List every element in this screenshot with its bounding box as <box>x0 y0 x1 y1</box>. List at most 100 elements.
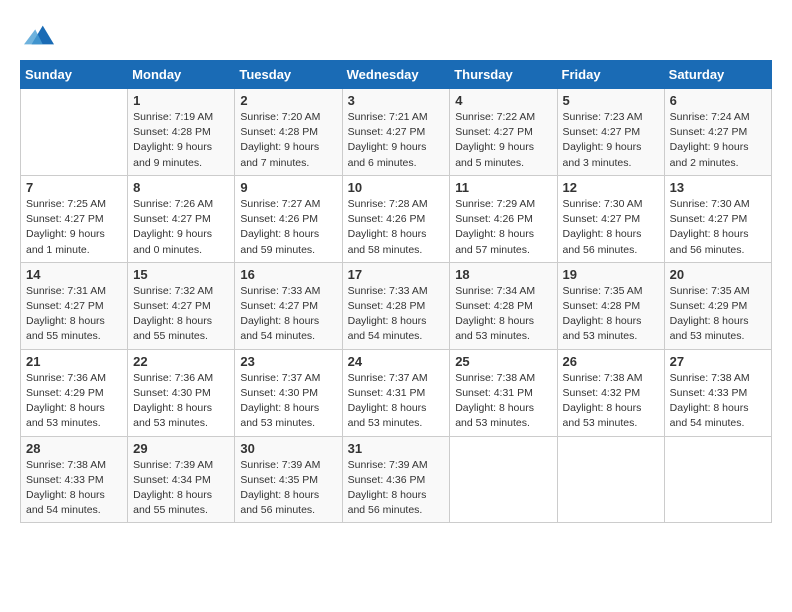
calendar-cell: 9 Sunrise: 7:27 AMSunset: 4:26 PMDayligh… <box>235 175 342 262</box>
calendar-table: SundayMondayTuesdayWednesdayThursdayFrid… <box>20 60 772 523</box>
header-cell-sunday: Sunday <box>21 61 128 89</box>
day-detail: Sunrise: 7:27 AMSunset: 4:26 PMDaylight:… <box>240 197 336 258</box>
calendar-cell: 21 Sunrise: 7:36 AMSunset: 4:29 PMDaylig… <box>21 349 128 436</box>
logo <box>20 20 54 50</box>
header-cell-saturday: Saturday <box>664 61 771 89</box>
day-number: 15 <box>133 267 229 282</box>
day-detail: Sunrise: 7:38 AMSunset: 4:33 PMDaylight:… <box>26 458 122 519</box>
day-detail: Sunrise: 7:32 AMSunset: 4:27 PMDaylight:… <box>133 284 229 345</box>
calendar-cell: 29 Sunrise: 7:39 AMSunset: 4:34 PMDaylig… <box>128 436 235 523</box>
day-number: 4 <box>455 93 551 108</box>
day-detail: Sunrise: 7:28 AMSunset: 4:26 PMDaylight:… <box>348 197 445 258</box>
day-detail: Sunrise: 7:25 AMSunset: 4:27 PMDaylight:… <box>26 197 122 258</box>
day-number: 10 <box>348 180 445 195</box>
calendar-cell: 3 Sunrise: 7:21 AMSunset: 4:27 PMDayligh… <box>342 89 450 176</box>
calendar-cell <box>557 436 664 523</box>
logo-icon <box>24 20 54 50</box>
calendar-cell <box>664 436 771 523</box>
calendar-cell: 12 Sunrise: 7:30 AMSunset: 4:27 PMDaylig… <box>557 175 664 262</box>
day-detail: Sunrise: 7:24 AMSunset: 4:27 PMDaylight:… <box>670 110 766 171</box>
day-detail: Sunrise: 7:37 AMSunset: 4:31 PMDaylight:… <box>348 371 445 432</box>
header-cell-friday: Friday <box>557 61 664 89</box>
day-detail: Sunrise: 7:31 AMSunset: 4:27 PMDaylight:… <box>26 284 122 345</box>
day-detail: Sunrise: 7:36 AMSunset: 4:29 PMDaylight:… <box>26 371 122 432</box>
calendar-cell: 18 Sunrise: 7:34 AMSunset: 4:28 PMDaylig… <box>450 262 557 349</box>
day-detail: Sunrise: 7:38 AMSunset: 4:33 PMDaylight:… <box>670 371 766 432</box>
day-number: 14 <box>26 267 122 282</box>
calendar-cell: 11 Sunrise: 7:29 AMSunset: 4:26 PMDaylig… <box>450 175 557 262</box>
day-number: 17 <box>348 267 445 282</box>
day-number: 5 <box>563 93 659 108</box>
day-number: 1 <box>133 93 229 108</box>
week-row-1: 1 Sunrise: 7:19 AMSunset: 4:28 PMDayligh… <box>21 89 772 176</box>
calendar-cell: 6 Sunrise: 7:24 AMSunset: 4:27 PMDayligh… <box>664 89 771 176</box>
day-number: 13 <box>670 180 766 195</box>
calendar-cell: 5 Sunrise: 7:23 AMSunset: 4:27 PMDayligh… <box>557 89 664 176</box>
day-detail: Sunrise: 7:38 AMSunset: 4:32 PMDaylight:… <box>563 371 659 432</box>
day-detail: Sunrise: 7:33 AMSunset: 4:27 PMDaylight:… <box>240 284 336 345</box>
calendar-cell: 16 Sunrise: 7:33 AMSunset: 4:27 PMDaylig… <box>235 262 342 349</box>
day-number: 22 <box>133 354 229 369</box>
calendar-cell: 30 Sunrise: 7:39 AMSunset: 4:35 PMDaylig… <box>235 436 342 523</box>
day-number: 7 <box>26 180 122 195</box>
day-number: 25 <box>455 354 551 369</box>
calendar-cell: 2 Sunrise: 7:20 AMSunset: 4:28 PMDayligh… <box>235 89 342 176</box>
page-header <box>20 20 772 50</box>
day-number: 28 <box>26 441 122 456</box>
calendar-cell <box>450 436 557 523</box>
day-number: 29 <box>133 441 229 456</box>
day-number: 30 <box>240 441 336 456</box>
day-detail: Sunrise: 7:35 AMSunset: 4:28 PMDaylight:… <box>563 284 659 345</box>
day-number: 19 <box>563 267 659 282</box>
calendar-body: 1 Sunrise: 7:19 AMSunset: 4:28 PMDayligh… <box>21 89 772 523</box>
day-detail: Sunrise: 7:33 AMSunset: 4:28 PMDaylight:… <box>348 284 445 345</box>
calendar-cell: 13 Sunrise: 7:30 AMSunset: 4:27 PMDaylig… <box>664 175 771 262</box>
calendar-cell: 17 Sunrise: 7:33 AMSunset: 4:28 PMDaylig… <box>342 262 450 349</box>
calendar-cell: 14 Sunrise: 7:31 AMSunset: 4:27 PMDaylig… <box>21 262 128 349</box>
day-detail: Sunrise: 7:39 AMSunset: 4:35 PMDaylight:… <box>240 458 336 519</box>
calendar-header: SundayMondayTuesdayWednesdayThursdayFrid… <box>21 61 772 89</box>
day-number: 3 <box>348 93 445 108</box>
calendar-cell: 27 Sunrise: 7:38 AMSunset: 4:33 PMDaylig… <box>664 349 771 436</box>
header-row: SundayMondayTuesdayWednesdayThursdayFrid… <box>21 61 772 89</box>
calendar-cell: 24 Sunrise: 7:37 AMSunset: 4:31 PMDaylig… <box>342 349 450 436</box>
header-cell-monday: Monday <box>128 61 235 89</box>
header-cell-wednesday: Wednesday <box>342 61 450 89</box>
day-number: 21 <box>26 354 122 369</box>
day-detail: Sunrise: 7:39 AMSunset: 4:34 PMDaylight:… <box>133 458 229 519</box>
day-number: 18 <box>455 267 551 282</box>
calendar-cell: 8 Sunrise: 7:26 AMSunset: 4:27 PMDayligh… <box>128 175 235 262</box>
day-detail: Sunrise: 7:37 AMSunset: 4:30 PMDaylight:… <box>240 371 336 432</box>
day-detail: Sunrise: 7:30 AMSunset: 4:27 PMDaylight:… <box>563 197 659 258</box>
day-detail: Sunrise: 7:35 AMSunset: 4:29 PMDaylight:… <box>670 284 766 345</box>
week-row-4: 21 Sunrise: 7:36 AMSunset: 4:29 PMDaylig… <box>21 349 772 436</box>
calendar-cell: 20 Sunrise: 7:35 AMSunset: 4:29 PMDaylig… <box>664 262 771 349</box>
calendar-cell: 19 Sunrise: 7:35 AMSunset: 4:28 PMDaylig… <box>557 262 664 349</box>
calendar-cell: 23 Sunrise: 7:37 AMSunset: 4:30 PMDaylig… <box>235 349 342 436</box>
calendar-cell: 28 Sunrise: 7:38 AMSunset: 4:33 PMDaylig… <box>21 436 128 523</box>
calendar-cell: 1 Sunrise: 7:19 AMSunset: 4:28 PMDayligh… <box>128 89 235 176</box>
day-detail: Sunrise: 7:23 AMSunset: 4:27 PMDaylight:… <box>563 110 659 171</box>
day-detail: Sunrise: 7:38 AMSunset: 4:31 PMDaylight:… <box>455 371 551 432</box>
calendar-cell: 15 Sunrise: 7:32 AMSunset: 4:27 PMDaylig… <box>128 262 235 349</box>
header-cell-thursday: Thursday <box>450 61 557 89</box>
header-cell-tuesday: Tuesday <box>235 61 342 89</box>
day-detail: Sunrise: 7:30 AMSunset: 4:27 PMDaylight:… <box>670 197 766 258</box>
calendar-cell: 25 Sunrise: 7:38 AMSunset: 4:31 PMDaylig… <box>450 349 557 436</box>
calendar-cell <box>21 89 128 176</box>
calendar-cell: 22 Sunrise: 7:36 AMSunset: 4:30 PMDaylig… <box>128 349 235 436</box>
day-number: 23 <box>240 354 336 369</box>
day-detail: Sunrise: 7:39 AMSunset: 4:36 PMDaylight:… <box>348 458 445 519</box>
calendar-cell: 4 Sunrise: 7:22 AMSunset: 4:27 PMDayligh… <box>450 89 557 176</box>
day-number: 8 <box>133 180 229 195</box>
day-number: 9 <box>240 180 336 195</box>
day-detail: Sunrise: 7:34 AMSunset: 4:28 PMDaylight:… <box>455 284 551 345</box>
day-detail: Sunrise: 7:22 AMSunset: 4:27 PMDaylight:… <box>455 110 551 171</box>
day-number: 12 <box>563 180 659 195</box>
calendar-cell: 31 Sunrise: 7:39 AMSunset: 4:36 PMDaylig… <box>342 436 450 523</box>
day-number: 16 <box>240 267 336 282</box>
day-detail: Sunrise: 7:20 AMSunset: 4:28 PMDaylight:… <box>240 110 336 171</box>
calendar-cell: 7 Sunrise: 7:25 AMSunset: 4:27 PMDayligh… <box>21 175 128 262</box>
day-number: 31 <box>348 441 445 456</box>
day-number: 26 <box>563 354 659 369</box>
